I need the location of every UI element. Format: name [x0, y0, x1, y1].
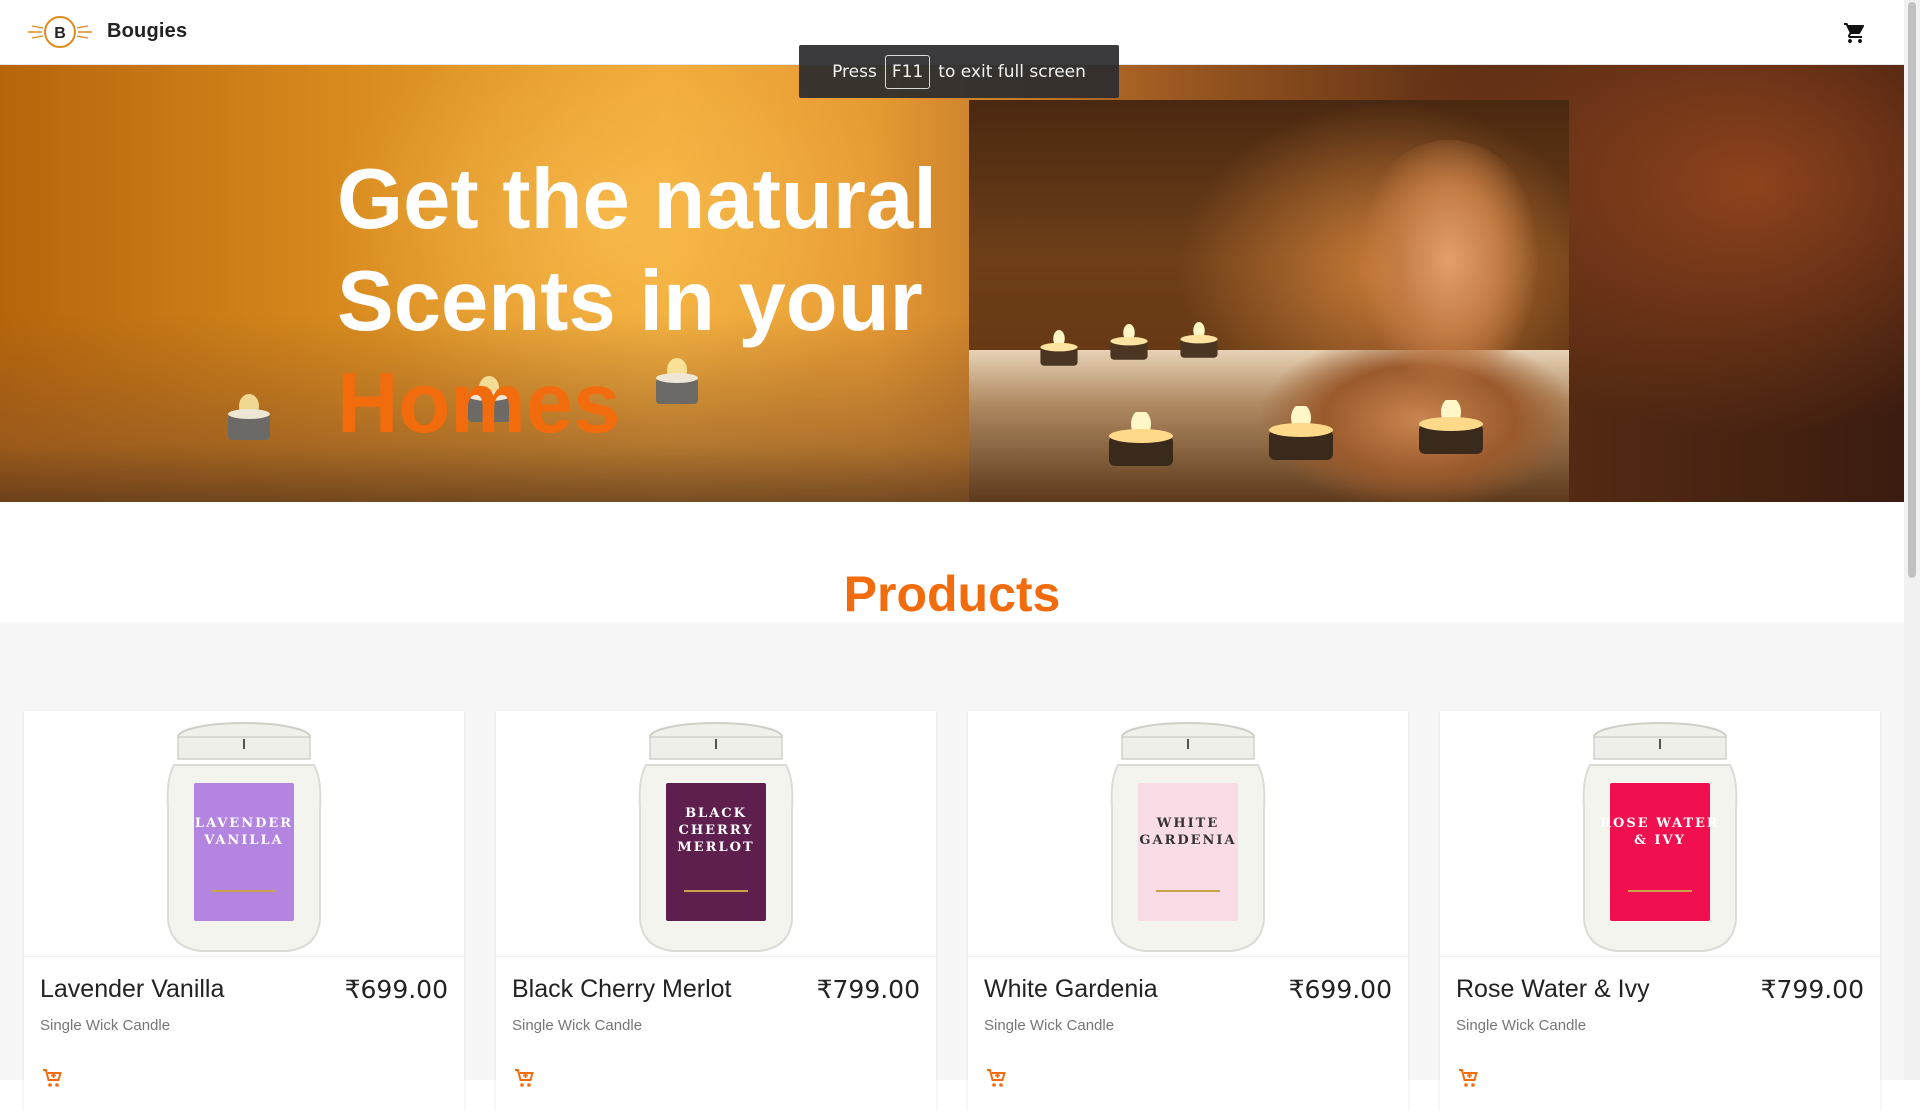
product-price: ₹799.00 — [816, 975, 920, 1004]
candle-jar-image: BLACK CHERRY MERLOT — [638, 722, 794, 952]
jar-label — [1138, 783, 1238, 921]
jar-label-text: VANILLA — [203, 833, 284, 848]
jar-label-text: CHERRY — [678, 823, 753, 838]
product-card[interactable]: LAVENDER VANILLA Lavender Vanilla ₹699.00… — [24, 711, 464, 1111]
cart-wheel — [48, 1083, 52, 1087]
candle-icon — [1109, 412, 1173, 466]
candle-icon — [228, 394, 270, 440]
toast-prefix: Press — [832, 61, 877, 82]
add-to-cart-icon[interactable] — [984, 1066, 1008, 1090]
hero-banner: Get the natural Scents in your Homes — [0, 64, 1904, 502]
candle-icon — [1040, 330, 1078, 366]
product-price: ₹799.00 — [1760, 975, 1864, 1004]
brand-logo-icon[interactable]: B — [28, 13, 92, 51]
product-subtitle: Single Wick Candle — [1456, 1017, 1587, 1034]
product-name[interactable]: White Gardenia — [984, 975, 1158, 1004]
jar-label — [1610, 783, 1710, 921]
jar-label — [194, 783, 294, 921]
add-to-cart-icon[interactable] — [1456, 1066, 1480, 1090]
product-name[interactable]: Black Cherry Merlot — [512, 975, 732, 1004]
product-card[interactable]: WHITE GARDENIA White Gardenia ₹699.00 Sin… — [968, 711, 1408, 1111]
candle-jar-image: WHITE GARDENIA — [1110, 722, 1266, 952]
toast-suffix: to exit full screen — [938, 61, 1086, 82]
jar-label-text: LAVENDER — [195, 816, 293, 831]
product-price: ₹699.00 — [1288, 975, 1392, 1004]
product-subtitle: Single Wick Candle — [512, 1017, 643, 1034]
product-subtitle: Single Wick Candle — [40, 1017, 171, 1034]
toast-key: F11 — [884, 54, 931, 89]
candle-jar-image: ROSE WATER & IVY — [1582, 722, 1738, 952]
candle-icon — [1180, 322, 1218, 358]
add-to-cart-icon[interactable] — [40, 1066, 64, 1090]
cart-wheel — [1471, 1083, 1475, 1087]
product-card[interactable]: ROSE WATER & IVY Rose Water & Ivy ₹799.00… — [1440, 711, 1880, 1111]
brand-name[interactable]: Bougies — [107, 20, 187, 43]
product-image[interactable]: BLACK CHERRY MERLOT — [496, 711, 936, 957]
cart-wheel — [527, 1083, 531, 1087]
product-image[interactable]: ROSE WATER & IVY — [1440, 711, 1880, 957]
jar-label-text: ROSE WATER — [1600, 816, 1719, 831]
jar-label-text: WHITE — [1156, 816, 1220, 831]
hero-photo — [969, 100, 1569, 502]
add-to-cart-icon[interactable] — [512, 1066, 536, 1090]
product-price: ₹699.00 — [344, 975, 448, 1004]
cart-wheel — [992, 1083, 996, 1087]
cart-wheel — [999, 1083, 1003, 1087]
jar-label-text: & IVY — [1634, 833, 1686, 848]
scrollbar-thumb[interactable] — [1908, 2, 1916, 578]
hero-title-line-3: Homes — [337, 356, 621, 451]
hero-title: Get the natural Scents in your Homes — [337, 149, 937, 455]
cart-wheel — [1464, 1083, 1468, 1087]
product-grid: LAVENDER VANILLA Lavender Vanilla ₹699.00… — [24, 711, 1880, 1111]
svg-text:B: B — [54, 25, 66, 42]
products-heading: Products — [843, 566, 1061, 622]
hero-title-line-1: Get the natural — [337, 152, 937, 247]
cart-wheel — [55, 1083, 59, 1087]
jar-label-text: MERLOT — [677, 840, 754, 855]
product-image[interactable]: LAVENDER VANILLA — [24, 711, 464, 957]
jar-label-text: BLACK — [685, 806, 747, 821]
cart-wheel — [520, 1083, 524, 1087]
candle-icon — [1419, 400, 1483, 454]
person-face-shape — [1349, 140, 1549, 400]
candle-jar-image: LAVENDER VANILLA — [166, 722, 322, 952]
candle-icon — [1269, 406, 1333, 460]
jar-label-text: GARDENIA — [1139, 833, 1236, 848]
product-name[interactable]: Lavender Vanilla — [40, 975, 224, 1004]
candle-icon — [1110, 324, 1148, 360]
hero-title-line-2: Scents in your — [337, 254, 923, 349]
vertical-scrollbar[interactable] — [1904, 0, 1920, 1080]
product-card[interactable]: BLACK CHERRY MERLOT Black Cherry Merlot ₹7… — [496, 711, 936, 1111]
product-subtitle: Single Wick Candle — [984, 1017, 1115, 1034]
product-image[interactable]: WHITE GARDENIA — [968, 711, 1408, 957]
product-name[interactable]: Rose Water & Ivy — [1456, 975, 1650, 1004]
fullscreen-exit-toast: Press F11 to exit full screen — [799, 45, 1119, 98]
cart-icon[interactable] — [1843, 21, 1867, 45]
